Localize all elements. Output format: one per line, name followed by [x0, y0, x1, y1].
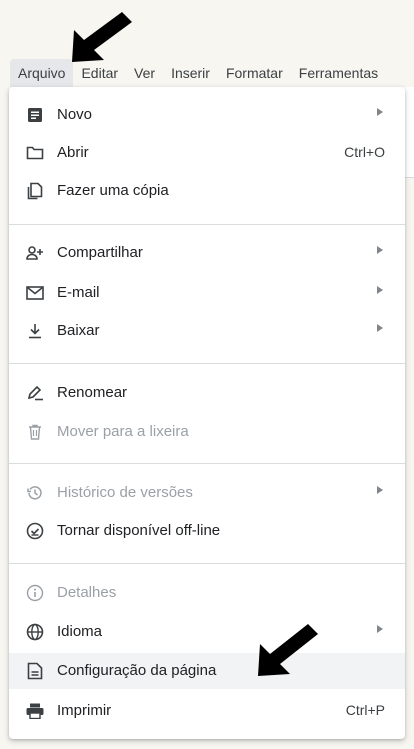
person-add-icon	[25, 243, 45, 263]
annotation-arrow-icon	[258, 624, 318, 676]
menu-item-historico-versoes: Histórico de versões	[9, 475, 405, 511]
document-icon	[25, 105, 45, 125]
folder-icon	[25, 143, 45, 163]
offline-check-icon	[25, 521, 45, 541]
annotation-arrow-icon	[72, 12, 132, 62]
download-icon	[25, 321, 45, 341]
info-icon	[25, 583, 45, 603]
menu-item-renomear[interactable]: Renomear	[9, 375, 405, 411]
menu-item-detalhes: Detalhes	[9, 575, 405, 611]
submenu-arrow-icon	[377, 246, 383, 254]
printer-icon	[25, 701, 45, 721]
menu-item-label: Fazer uma cópia	[57, 182, 169, 199]
globe-icon	[25, 622, 45, 642]
menu-item-label: Renomear	[57, 384, 128, 401]
menu-ferramentas[interactable]: Ferramentas	[291, 59, 386, 87]
menu-item-compartilhar[interactable]: Compartilhar	[9, 235, 405, 271]
pencil-icon	[25, 383, 45, 403]
menu-item-fazer-copia[interactable]: Fazer uma cópia	[9, 173, 405, 209]
file-menu-dropdown: Novo Abrir Ctrl+O Fazer uma cópia Compar…	[9, 87, 405, 739]
menu-divider	[9, 224, 405, 225]
submenu-arrow-icon	[377, 108, 383, 116]
menu-item-label: Novo	[57, 106, 93, 123]
menu-formatar[interactable]: Formatar	[218, 59, 291, 87]
menu-item-novo[interactable]: Novo	[9, 97, 405, 133]
menu-item-imprimir[interactable]: Imprimir Ctrl+P	[9, 693, 405, 729]
menu-item-label: Compartilhar	[57, 244, 143, 261]
menu-item-label: Detalhes	[57, 584, 117, 601]
menu-item-label: E-mail	[57, 284, 100, 301]
menu-item-label: Imprimir	[57, 702, 112, 719]
page-setup-icon	[25, 661, 45, 681]
menu-item-configuracao-pagina[interactable]: Configuração da página	[9, 653, 405, 689]
shortcut-label: Ctrl+O	[344, 144, 385, 160]
menu-item-label: Mover para a lixeira	[57, 423, 189, 440]
envelope-icon	[25, 283, 45, 303]
menu-item-label: Histórico de versões	[57, 484, 193, 501]
menu-inserir[interactable]: Inserir	[163, 59, 218, 87]
menu-item-email[interactable]: E-mail	[9, 275, 405, 311]
menu-item-label: Configuração da página	[57, 662, 217, 679]
submenu-arrow-icon	[377, 324, 383, 332]
menu-divider	[9, 563, 405, 564]
menu-item-label: Abrir	[57, 144, 89, 161]
menu-divider	[9, 463, 405, 464]
menu-item-label: Tornar disponível off-line	[57, 522, 221, 539]
menu-item-abrir[interactable]: Abrir Ctrl+O	[9, 135, 405, 171]
submenu-arrow-icon	[377, 486, 383, 494]
submenu-arrow-icon	[377, 286, 383, 294]
menu-item-baixar[interactable]: Baixar	[9, 313, 405, 349]
submenu-arrow-icon	[377, 625, 383, 633]
menu-item-idioma[interactable]: Idioma	[9, 614, 405, 650]
menu-item-mover-lixeira: Mover para a lixeira	[9, 414, 405, 450]
menu-item-label: Baixar	[57, 322, 100, 339]
menu-divider	[9, 363, 405, 364]
history-icon	[25, 483, 45, 503]
trash-icon	[25, 422, 45, 442]
shortcut-label: Ctrl+P	[345, 702, 385, 718]
menu-item-offline[interactable]: Tornar disponível off-line	[9, 513, 405, 549]
menu-item-label: Idioma	[57, 623, 103, 640]
copy-icon	[25, 181, 45, 201]
